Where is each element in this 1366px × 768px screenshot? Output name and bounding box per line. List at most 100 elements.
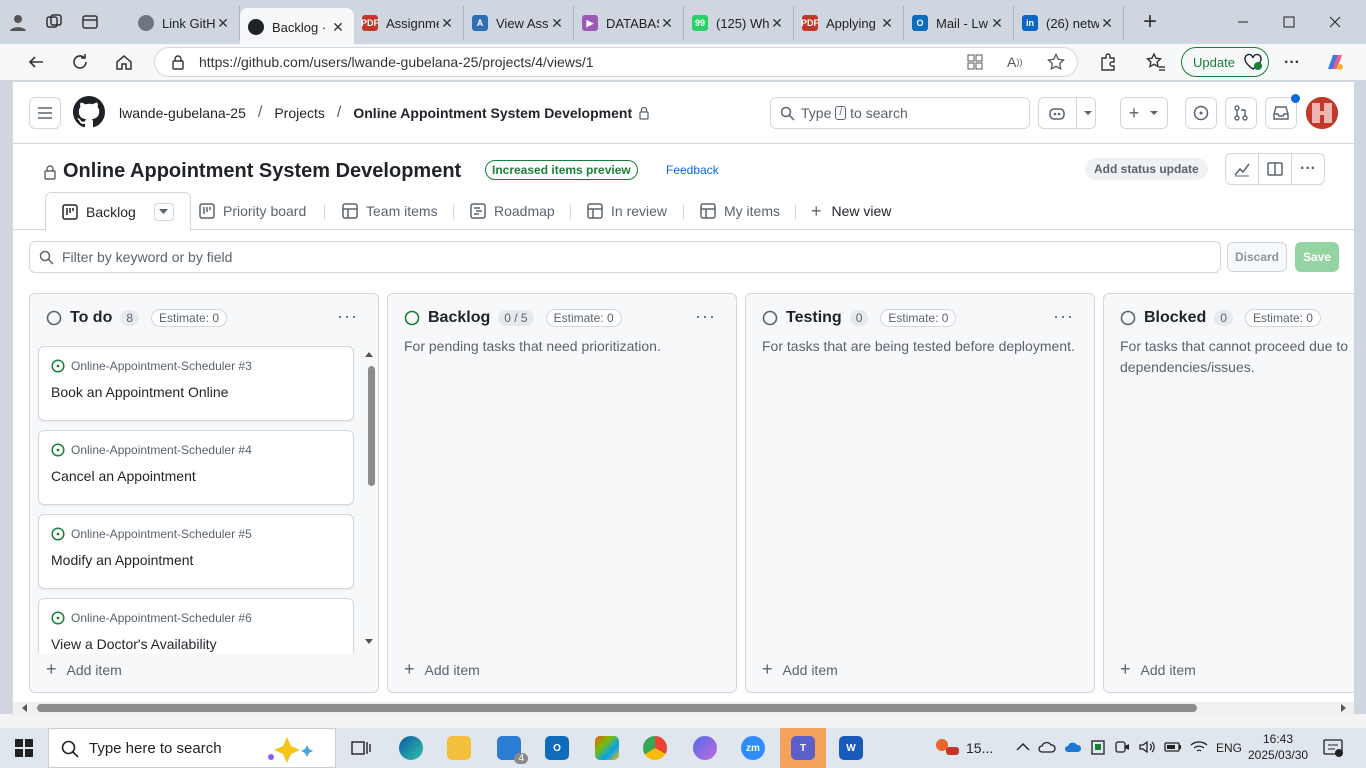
close-tab-icon[interactable]: ✕: [769, 15, 785, 32]
file-explorer-icon[interactable]: [442, 732, 476, 764]
add-status-update-button[interactable]: Add status update: [1085, 158, 1208, 180]
board-card[interactable]: Online-Appointment-Scheduler #3 Book an …: [38, 346, 354, 421]
refresh-button[interactable]: [58, 44, 102, 80]
battery-icon[interactable]: [1164, 741, 1182, 756]
filter-input[interactable]: Filter by keyword or by field: [29, 241, 1221, 273]
discard-button[interactable]: Discard: [1227, 242, 1287, 272]
close-window-button[interactable]: [1312, 0, 1358, 44]
outlook-icon[interactable]: O: [540, 732, 574, 764]
tab-actions-icon[interactable]: [72, 4, 108, 40]
url-field[interactable]: https://github.com/users/lwande-gubelana…: [154, 47, 1078, 77]
board-card[interactable]: Online-Appointment-Scheduler #5 Modify a…: [38, 514, 354, 589]
more-options-icon[interactable]: ···: [1284, 54, 1300, 72]
column-menu-icon[interactable]: ···: [337, 306, 358, 327]
tab-priority-board[interactable]: Priority board: [199, 192, 306, 230]
card-title[interactable]: Modify an Appointment: [51, 552, 193, 568]
close-tab-icon[interactable]: ✕: [1099, 15, 1115, 32]
new-view-button[interactable]: + New view: [811, 192, 891, 230]
add-item-button[interactable]: + Add item: [404, 659, 480, 680]
task-view-icon[interactable]: [344, 732, 378, 764]
avatar[interactable]: [1306, 97, 1338, 129]
weather-widget[interactable]: 15...: [934, 728, 993, 768]
read-aloud-icon[interactable]: A)): [1007, 54, 1022, 70]
insights-chart-icon[interactable]: [1225, 153, 1259, 185]
close-tab-icon[interactable]: ✕: [439, 15, 455, 32]
favorite-star-icon[interactable]: [1047, 53, 1065, 71]
browser-tab[interactable]: O Mail - Lw ✕: [904, 6, 1014, 40]
meet-now-icon[interactable]: [1114, 739, 1130, 758]
tab-my-items[interactable]: My items: [700, 192, 780, 230]
breadcrumb-user[interactable]: lwande-gubelana-25: [119, 105, 246, 121]
horizontal-scrollbar[interactable]: [13, 702, 1354, 714]
browser-tab[interactable]: Backlog · ✕: [240, 8, 354, 46]
tab-backlog[interactable]: Backlog: [45, 192, 191, 231]
scrollbar-thumb[interactable]: [368, 366, 375, 486]
mail-icon[interactable]: 4: [492, 732, 528, 764]
tab-team-items[interactable]: Team items: [342, 192, 438, 230]
edge-browser-icon[interactable]: [394, 732, 428, 764]
clock[interactable]: 16:43 2025/03/30: [1248, 731, 1308, 763]
profile-icon[interactable]: [0, 4, 36, 40]
copilot-icon[interactable]: [1324, 51, 1346, 73]
tab-in-review[interactable]: In review: [587, 192, 667, 230]
teams-icon[interactable]: T: [780, 728, 826, 768]
card-title[interactable]: Book an Appointment Online: [51, 384, 228, 400]
column-menu-icon[interactable]: ···: [695, 306, 716, 327]
browser-tab[interactable]: A View Asse✕: [464, 6, 574, 40]
notifications-icon[interactable]: [1323, 728, 1343, 768]
onedrive-icon[interactable]: [1064, 741, 1082, 756]
new-tab-button[interactable]: +: [1132, 4, 1168, 40]
chrome-icon[interactable]: [638, 732, 672, 764]
word-icon[interactable]: W: [834, 732, 868, 764]
chevron-up-icon[interactable]: [1016, 741, 1030, 755]
inbox-icon[interactable]: [1265, 94, 1300, 129]
browser-tab[interactable]: PDF Applying ✕: [794, 6, 904, 40]
close-tab-icon[interactable]: ✕: [879, 15, 895, 32]
side-panel-icon[interactable]: [1258, 153, 1292, 185]
github-logo-icon[interactable]: [73, 96, 105, 128]
close-tab-icon[interactable]: ✕: [989, 15, 1005, 32]
favorites-icon[interactable]: [1146, 52, 1166, 72]
close-tab-icon[interactable]: ✕: [659, 15, 675, 32]
save-button[interactable]: Save: [1295, 242, 1339, 272]
browser-tab[interactable]: in (26) netw ✕: [1014, 6, 1124, 40]
card-title[interactable]: View a Doctor's Availability: [51, 636, 217, 652]
tab-roadmap[interactable]: Roadmap: [470, 192, 555, 230]
card-title[interactable]: Cancel an Appointment: [51, 468, 196, 484]
pull-requests-icon[interactable]: [1225, 97, 1257, 129]
browser-tab[interactable]: ▶ DATABAS ✕: [574, 6, 684, 40]
create-new-button[interactable]: +: [1120, 97, 1168, 129]
add-item-button[interactable]: + Add item: [762, 659, 838, 680]
store-app-icon[interactable]: [590, 732, 624, 764]
close-tab-icon[interactable]: ✕: [330, 19, 346, 36]
view-options-dropdown[interactable]: [153, 202, 174, 221]
clipboard-icon[interactable]: [1090, 739, 1106, 758]
extensions-icon[interactable]: [1098, 52, 1118, 72]
zoom-icon[interactable]: zm: [736, 732, 770, 764]
close-tab-icon[interactable]: ✕: [215, 15, 231, 32]
more-options-icon[interactable]: ···: [1291, 153, 1325, 185]
browser-tab[interactable]: Link GitH ✕: [130, 6, 240, 40]
back-button[interactable]: [14, 44, 58, 80]
home-button[interactable]: [102, 44, 146, 80]
app-available-icon[interactable]: [967, 54, 983, 70]
wifi-icon[interactable]: [1190, 740, 1208, 757]
update-button[interactable]: Update: [1181, 47, 1269, 77]
preview-badge[interactable]: Increased items preview: [485, 160, 638, 180]
browser-tab[interactable]: 99 (125) Wh ✕: [684, 6, 794, 40]
workspaces-icon[interactable]: [36, 4, 72, 40]
github-search-input[interactable]: Type / to search: [770, 97, 1030, 129]
volume-icon[interactable]: [1138, 739, 1156, 758]
windows-start-icon[interactable]: [7, 732, 41, 764]
add-item-button[interactable]: + Add item: [1120, 659, 1196, 680]
copilot-menu-button[interactable]: [1038, 97, 1096, 129]
close-tab-icon[interactable]: ✕: [549, 15, 565, 32]
board-card[interactable]: Online-Appointment-Scheduler #6 View a D…: [38, 598, 354, 653]
breadcrumb-projects[interactable]: Projects: [274, 105, 325, 121]
maximize-button[interactable]: [1266, 0, 1312, 44]
hamburger-menu-icon[interactable]: [29, 97, 61, 129]
column-menu-icon[interactable]: ···: [1053, 306, 1074, 327]
breadcrumb-project[interactable]: Online Appointment System Development: [353, 105, 632, 121]
browser-tab[interactable]: PDF Assignme ✕: [354, 6, 464, 40]
board-card[interactable]: Online-Appointment-Scheduler #4 Cancel a…: [38, 430, 354, 505]
